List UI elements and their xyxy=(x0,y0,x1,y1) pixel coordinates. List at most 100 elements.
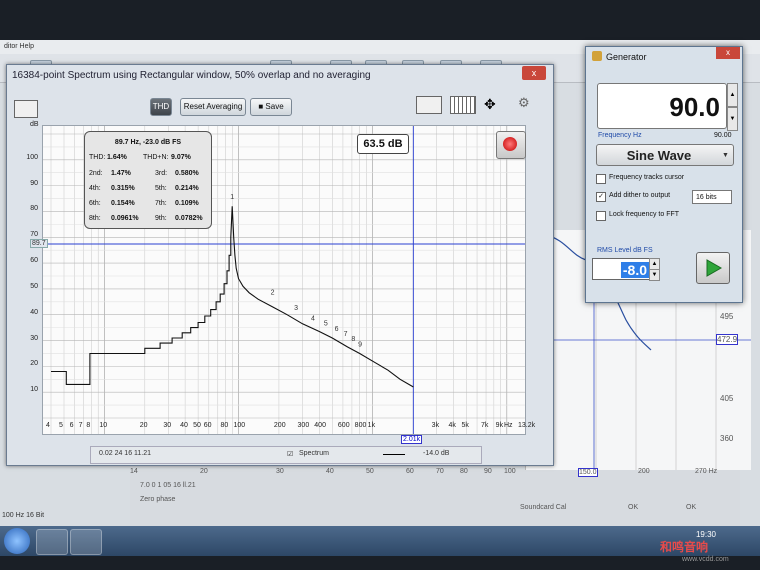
frequency-label: Frequency Hz xyxy=(598,132,642,139)
harmonic-label: 2nd: xyxy=(89,170,103,177)
y-tick-label: 30 xyxy=(30,334,38,342)
save-button[interactable]: ■ Save xyxy=(250,98,292,116)
x-tick-label: 5 xyxy=(59,422,63,429)
save-button-label: Save xyxy=(265,102,284,111)
bg-axis-label: 50 xyxy=(366,468,374,475)
cursor-frequency-label[interactable]: 2.01k xyxy=(401,435,423,444)
thd-readout-panel: 89.7 Hz, -23.0 dB FS THD: 1.64% THD+N: 9… xyxy=(84,131,212,229)
y-axis-unit: dB xyxy=(30,121,39,128)
harmonic-value: 1.47% xyxy=(111,170,131,177)
x-tick-label: 7k xyxy=(481,422,489,429)
y-tick-label: 40 xyxy=(30,308,38,316)
bg-ok-label[interactable]: OK xyxy=(686,504,696,511)
x-tick-label: 9k xyxy=(495,422,504,429)
start-button[interactable] xyxy=(4,528,30,554)
level-readout: 63.5 dB xyxy=(357,134,409,154)
harmonic-marker-label: 2 xyxy=(271,290,275,297)
legend-status: 0.02 24 16 11.21 xyxy=(99,450,152,457)
play-icon xyxy=(706,259,723,277)
legend-trace-line xyxy=(383,454,405,455)
x-tick-label: 4 xyxy=(46,422,50,429)
move-arrows-icon[interactable]: ✥ xyxy=(484,96,508,112)
generator-title: Generator xyxy=(606,52,647,62)
x-tick-label: 8 xyxy=(86,422,91,429)
tracks-cursor-checkbox[interactable] xyxy=(596,174,606,184)
dither-checkbox[interactable]: ✓ xyxy=(596,192,606,202)
taskbar-app-button[interactable] xyxy=(36,529,68,555)
lock-fft-label: Lock frequency to FFT xyxy=(609,211,680,218)
bits-select[interactable]: 16 bits xyxy=(692,190,732,204)
harmonic-marker-label: 8 xyxy=(351,336,355,343)
display-icon[interactable] xyxy=(416,96,442,114)
legend-trace-label: Spectrum xyxy=(299,450,329,457)
y-tick-label: 60 xyxy=(30,257,38,265)
grid-icon[interactable] xyxy=(450,96,476,114)
reference-level-marker[interactable]: 89.7 xyxy=(30,239,48,248)
harmonic-label: 3rd: xyxy=(155,170,168,177)
harmonic-marker-label: 5 xyxy=(324,321,328,328)
generator-app-icon xyxy=(592,51,602,61)
spectrum-close-button[interactable]: x xyxy=(522,66,546,80)
harmonic-marker-label: 9 xyxy=(358,341,362,348)
folder-icon[interactable] xyxy=(14,100,38,118)
frequency-up-button[interactable]: ▲ xyxy=(727,83,738,107)
bg-tick-label: 472.9 xyxy=(716,334,739,345)
bg-axis-label: 70 xyxy=(436,468,444,475)
play-button[interactable] xyxy=(696,252,730,284)
watermark-url: www.vcdd.com xyxy=(682,556,729,563)
harmonic-marker-label: 1 xyxy=(230,194,234,201)
watermark-logo: 和鸣音响 xyxy=(660,540,709,554)
x-tick-label: 80 xyxy=(220,422,229,429)
background-lower-panel: 14 20 30 40 50 60 70 80 90 100 150.0 200… xyxy=(130,468,740,530)
generator-close-button[interactable]: x xyxy=(716,47,740,59)
legend-bar: 0.02 24 16 11.21 ☑ Spectrum -14.0 dB xyxy=(90,446,482,464)
bg-axis-label: 200 xyxy=(638,468,650,475)
thd-button[interactable]: THD xyxy=(150,98,172,116)
harmonic-label: 6th: xyxy=(89,200,101,207)
y-tick-label: 100 xyxy=(26,153,38,161)
x-tick-label: 1k xyxy=(367,422,376,429)
harmonic-label: 7th: xyxy=(155,200,167,207)
harmonic-value: 0.109% xyxy=(175,200,199,207)
rms-level-input[interactable]: -8.0 xyxy=(592,258,650,280)
harmonic-label: 8th: xyxy=(89,215,101,222)
lock-fft-checkbox[interactable] xyxy=(596,211,606,221)
waveform-select[interactable]: Sine Wave xyxy=(596,144,734,166)
harmonic-label: 5th: xyxy=(155,185,167,192)
x-tick-label: 7 xyxy=(78,422,83,429)
bg-bottom-status: 100 Hz 16 Bit xyxy=(2,512,45,519)
x-tick-label: 400 xyxy=(314,422,326,429)
y-tick-label: 20 xyxy=(30,360,38,368)
bg-tick-label: 405 xyxy=(720,394,734,403)
spectrum-window-title: 16384-point Spectrum using Rectangular w… xyxy=(12,70,371,81)
thdn-label: THD+N: xyxy=(143,154,169,161)
bg-axis-label: 100 xyxy=(504,468,516,475)
reset-averaging-button[interactable]: Reset Averaging xyxy=(180,98,246,116)
rms-down-button[interactable]: ▼ xyxy=(649,269,660,281)
x-tick-label: 4k xyxy=(448,422,456,429)
harmonic-marker-label: 4 xyxy=(311,315,315,322)
x-tick-label: 40 xyxy=(180,422,188,429)
bg-soundcard-label[interactable]: Soundcard Cal xyxy=(520,504,566,511)
dither-label: Add dither to output xyxy=(609,192,671,199)
bg-axis-label: 80 xyxy=(460,468,468,475)
chevron-down-icon[interactable]: ▼ xyxy=(722,152,729,159)
rms-level-label: RMS Level dB FS xyxy=(597,247,653,254)
y-tick-label: 50 xyxy=(30,282,38,290)
gear-icon[interactable]: ⚙ xyxy=(518,96,532,110)
bg-zero-phase-label[interactable]: Zero phase xyxy=(140,496,175,503)
record-icon[interactable] xyxy=(503,137,517,151)
legend-checkbox[interactable]: ☑ xyxy=(287,450,293,458)
harmonic-value: 0.580% xyxy=(175,170,199,177)
thd-value: 1.64% xyxy=(107,154,127,161)
x-tick-label: 20 xyxy=(139,422,148,429)
harmonic-value: 0.0961% xyxy=(111,215,139,222)
bg-ok-label[interactable]: OK xyxy=(628,504,638,511)
frequency-down-button[interactable]: ▼ xyxy=(727,107,738,131)
rms-level-value: -8.0 xyxy=(620,262,649,278)
harmonic-value: 0.154% xyxy=(111,200,135,207)
frequency-value-small: 90.00 xyxy=(714,132,732,139)
frequency-input[interactable]: 90.0 xyxy=(597,83,727,129)
bg-axis-label: 14 xyxy=(130,468,138,475)
taskbar-app-button[interactable] xyxy=(70,529,102,555)
